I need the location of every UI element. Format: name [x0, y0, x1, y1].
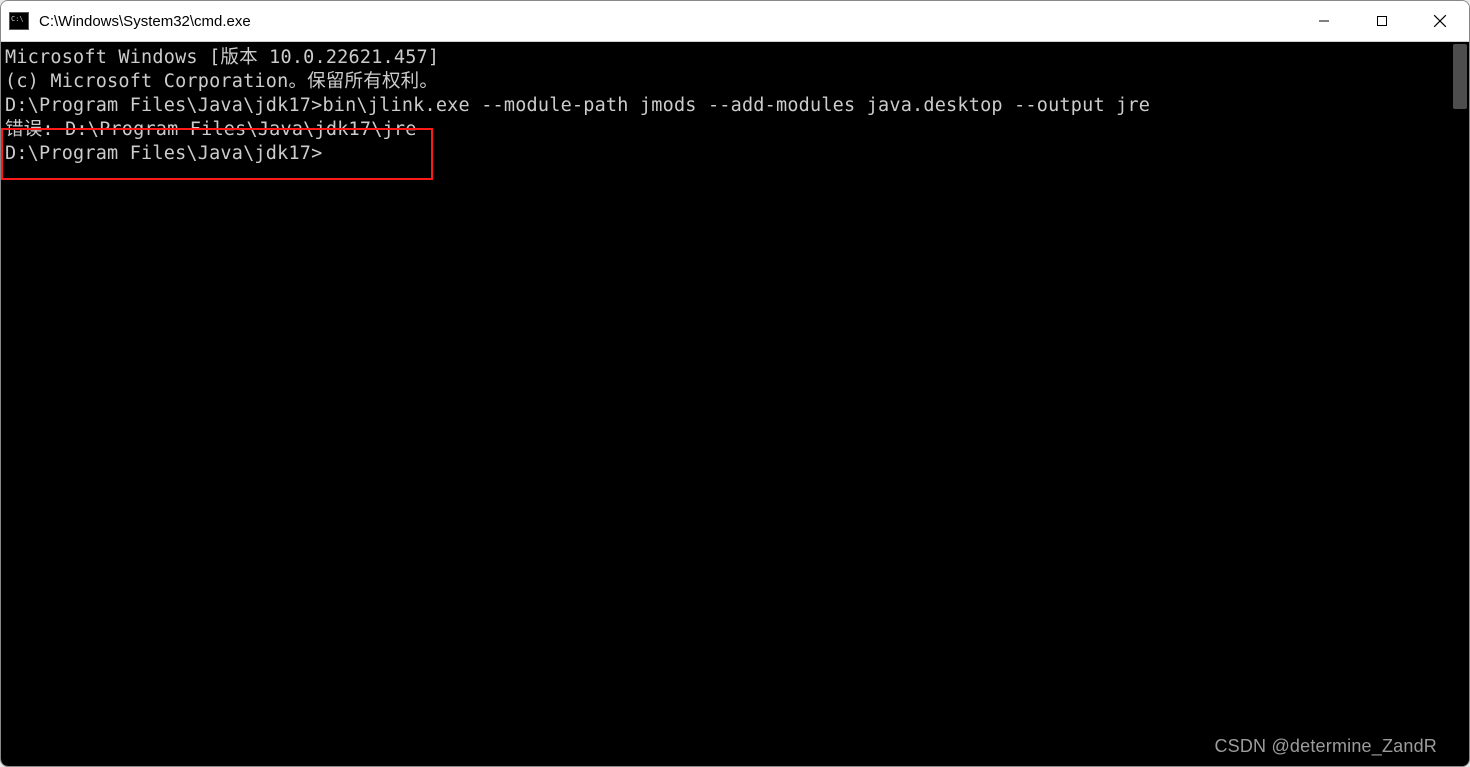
prompt: D:\Program Files\Java\jdk17> — [5, 143, 322, 164]
error-path: D:\Program Files\Java\jdk17\jre — [65, 119, 416, 140]
scrollbar-track[interactable] — [1451, 42, 1469, 766]
terminal-area: Microsoft Windows [版本 10.0.22621.457](c)… — [1, 42, 1469, 766]
copyright-line: (c) Microsoft Corporation。保留所有权利。 — [5, 70, 1447, 94]
command-line: D:\Program Files\Java\jdk17>bin\jlink.ex… — [5, 94, 1447, 118]
minimize-icon — [1318, 15, 1330, 27]
close-button[interactable] — [1411, 1, 1469, 41]
error-line: 错误: D:\Program Files\Java\jdk17\jre — [5, 118, 1447, 142]
terminal-content[interactable]: Microsoft Windows [版本 10.0.22621.457](c)… — [1, 42, 1451, 766]
maximize-icon — [1376, 15, 1388, 27]
prompt-line: D:\Program Files\Java\jdk17> — [5, 142, 1447, 166]
version-line: Microsoft Windows [版本 10.0.22621.457] — [5, 46, 1447, 70]
window-controls — [1295, 1, 1469, 41]
close-icon — [1433, 14, 1447, 28]
prompt: D:\Program Files\Java\jdk17> — [5, 95, 322, 116]
scrollbar-thumb[interactable] — [1453, 44, 1467, 109]
cmd-window: C:\Windows\System32\cmd.exe Microsoft Wi… — [0, 0, 1470, 767]
error-label: 错误: — [5, 119, 65, 140]
minimize-button[interactable] — [1295, 1, 1353, 41]
command-text: bin\jlink.exe --module-path jmods --add-… — [322, 95, 1150, 116]
window-title: C:\Windows\System32\cmd.exe — [39, 13, 251, 30]
titlebar[interactable]: C:\Windows\System32\cmd.exe — [1, 1, 1469, 42]
maximize-button[interactable] — [1353, 1, 1411, 41]
cmd-icon — [9, 12, 29, 30]
watermark: CSDN @determine_ZandR — [1214, 734, 1437, 758]
